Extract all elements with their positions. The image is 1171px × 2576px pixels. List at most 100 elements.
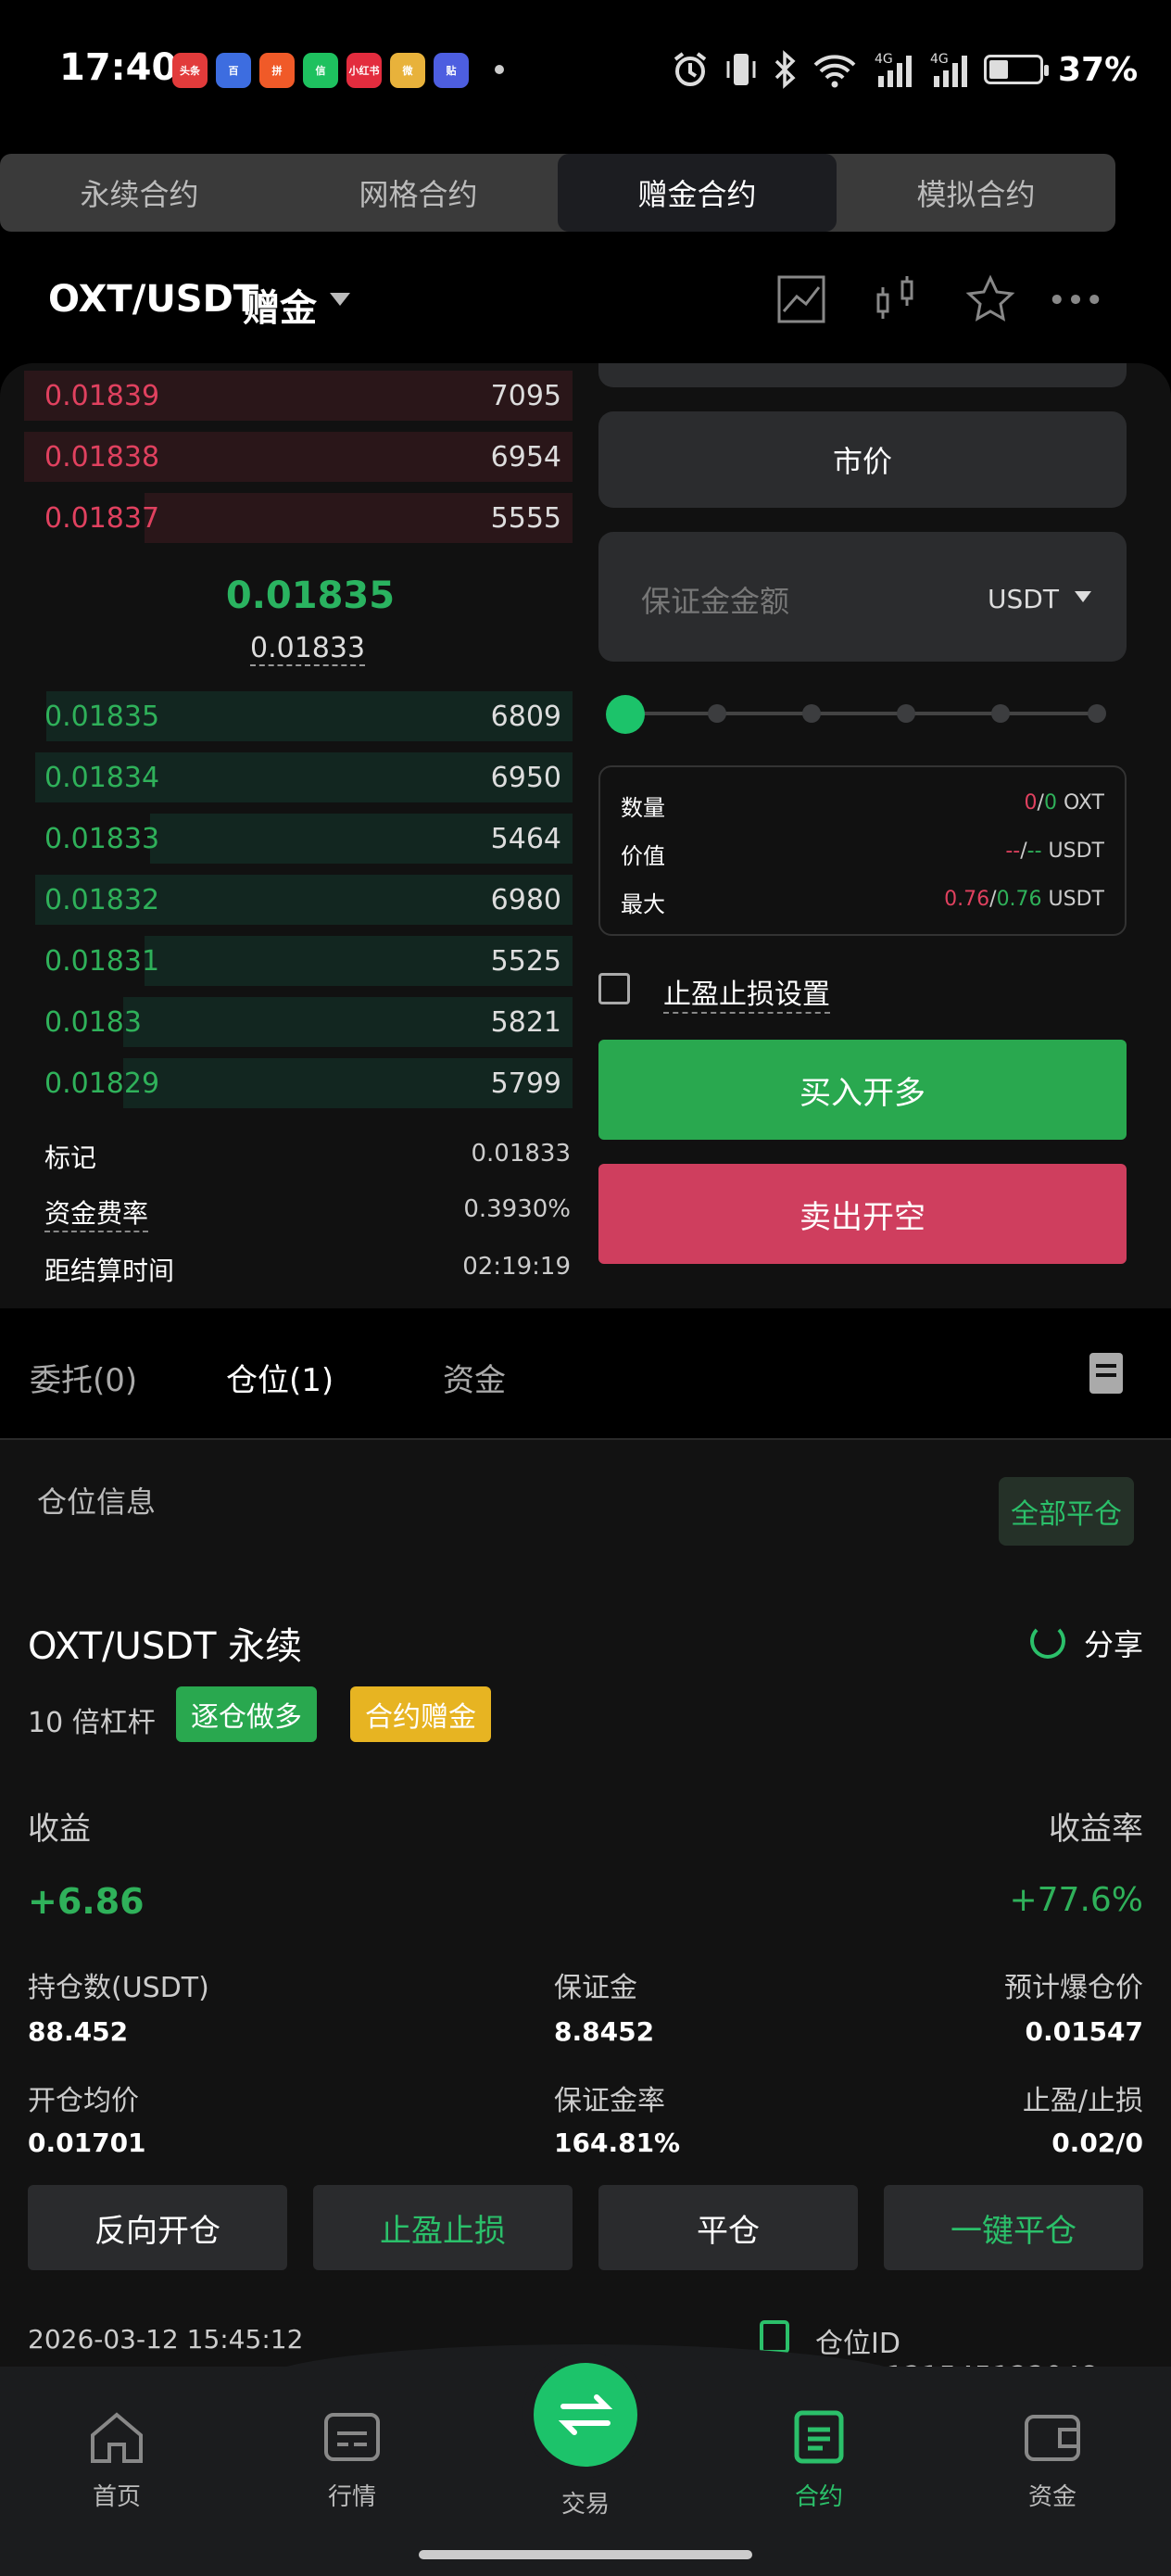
bid-row[interactable]: 0.01834 6950 bbox=[24, 751, 573, 804]
share-icon[interactable] bbox=[1030, 1623, 1065, 1659]
nav-assets[interactable]: 资金 bbox=[988, 2409, 1117, 2512]
margin-label: 保证金 bbox=[554, 1972, 637, 2004]
wechat-icon: 信 bbox=[303, 53, 338, 88]
mark-label: 标记 bbox=[44, 1143, 97, 1173]
tab-grid[interactable]: 网格合约 bbox=[279, 154, 558, 232]
bid-qty: 5799 bbox=[490, 1067, 561, 1100]
swap-icon bbox=[558, 2394, 613, 2435]
market-icon bbox=[324, 2413, 380, 2461]
ask-qty: 7095 bbox=[490, 380, 561, 412]
ask-row[interactable]: 0.01839 7095 bbox=[24, 369, 573, 423]
value-label: 价值 bbox=[621, 843, 665, 869]
copy-icon[interactable] bbox=[760, 2320, 789, 2354]
bid-row[interactable]: 0.01835 6809 bbox=[24, 689, 573, 743]
mark-price[interactable]: 0.01833 bbox=[250, 632, 366, 666]
nav-contract[interactable]: 合约 bbox=[754, 2409, 884, 2512]
alarm-icon bbox=[674, 52, 707, 86]
candlestick-icon[interactable] bbox=[873, 274, 923, 324]
margin-ratio-value: 164.81% bbox=[554, 2128, 681, 2158]
tpsl-checkbox[interactable] bbox=[598, 973, 630, 1004]
settlement-time-value: 02:19:19 bbox=[462, 1253, 571, 1281]
pair-selector[interactable]: OXT/USDT bbox=[48, 278, 258, 321]
contract-icon bbox=[794, 2410, 844, 2464]
wallet-icon bbox=[1025, 2415, 1080, 2461]
nav-contract-label: 合约 bbox=[794, 2483, 843, 2511]
nav-market-label: 行情 bbox=[327, 2483, 376, 2511]
nav-assets-label: 资金 bbox=[1027, 2483, 1077, 2511]
star-icon[interactable] bbox=[965, 274, 1015, 324]
ask-row[interactable]: 0.01838 6954 bbox=[24, 430, 573, 484]
margin-unit[interactable]: USDT bbox=[988, 584, 1059, 614]
bid-price: 0.01829 bbox=[44, 1067, 160, 1100]
funding-rate-label[interactable]: 资金费率 bbox=[44, 1193, 149, 1232]
chevron-down-icon[interactable] bbox=[1075, 591, 1091, 602]
tab-simulated[interactable]: 模拟合约 bbox=[837, 154, 1115, 232]
margin-input[interactable]: 保证金金额 USDT bbox=[598, 532, 1127, 662]
svg-text:4G: 4G bbox=[930, 52, 949, 67]
ask-price: 0.01837 bbox=[44, 502, 160, 535]
max-value: 0.76/0.76 USDT bbox=[944, 888, 1104, 911]
ask-row[interactable]: 0.01837 5555 bbox=[24, 491, 573, 545]
tab-perpetual[interactable]: 永续合约 bbox=[0, 154, 279, 232]
settlement-time-label: 距结算时间 bbox=[44, 1256, 175, 1286]
bid-price: 0.01834 bbox=[44, 762, 160, 794]
reverse-open-button[interactable]: 反向开仓 bbox=[28, 2185, 287, 2270]
close-position-button[interactable]: 平仓 bbox=[598, 2185, 858, 2270]
home-indicator[interactable] bbox=[419, 2550, 752, 2559]
battery-icon bbox=[984, 55, 1049, 84]
tpsl-button[interactable]: 止盈止损 bbox=[313, 2185, 573, 2270]
share-button[interactable]: 分享 bbox=[1084, 1622, 1143, 1664]
nav-market[interactable]: 行情 bbox=[287, 2409, 417, 2512]
tab-funds[interactable]: 资金 bbox=[443, 1355, 506, 1400]
position-date: 2026-03-12 15:45:12 bbox=[28, 2324, 304, 2355]
slider-step[interactable] bbox=[708, 704, 726, 723]
position-size-label: 持仓数(USDT) bbox=[28, 1972, 209, 2004]
nav-home[interactable]: 首页 bbox=[52, 2409, 182, 2512]
margin-placeholder: 保证金金额 bbox=[641, 584, 790, 619]
document-icon[interactable] bbox=[1089, 1353, 1123, 1394]
amount-slider-track[interactable] bbox=[626, 712, 1099, 715]
bid-price: 0.0183 bbox=[44, 1006, 142, 1039]
tpsl-value-pos: 0.02/0 bbox=[1051, 2128, 1143, 2158]
contract-tabs: 永续合约 网格合约 赠金合约 模拟合约 bbox=[0, 154, 1115, 232]
tab-positions[interactable]: 仓位(1) bbox=[226, 1355, 334, 1400]
one-click-close-button[interactable]: 一键平仓 bbox=[884, 2185, 1143, 2270]
order-type-select[interactable]: 市价 bbox=[598, 411, 1127, 508]
slider-handle[interactable] bbox=[606, 695, 645, 734]
slider-step[interactable] bbox=[897, 704, 915, 723]
tieba-icon: 贴 bbox=[434, 53, 469, 88]
tab-bonus[interactable]: 赠金合约 bbox=[558, 154, 837, 232]
svg-text:4G: 4G bbox=[875, 52, 893, 67]
chevron-down-icon[interactable] bbox=[330, 293, 350, 306]
slider-step[interactable] bbox=[1088, 704, 1106, 723]
tpsl-label[interactable]: 止盈止损设置 bbox=[663, 971, 830, 1014]
bid-row[interactable]: 0.01831 5525 bbox=[24, 934, 573, 988]
bid-qty: 5525 bbox=[490, 945, 561, 978]
bid-row[interactable]: 0.01833 5464 bbox=[24, 812, 573, 865]
close-all-button[interactable]: 全部平仓 bbox=[999, 1477, 1134, 1546]
leverage-input-partial[interactable] bbox=[598, 363, 1127, 387]
position-title: OXT/USDT 永续 bbox=[28, 1625, 303, 1668]
roe-value: +77.6% bbox=[1009, 1881, 1143, 1919]
bid-row[interactable]: 0.01829 5799 bbox=[24, 1056, 573, 1110]
sell-short-button[interactable]: 卖出开空 bbox=[598, 1164, 1127, 1264]
status-bar: 17:40 头条 百 拼 信 小红书 微 贴 4G 4G 37% bbox=[0, 0, 1171, 139]
tab-orders[interactable]: 委托(0) bbox=[30, 1355, 137, 1400]
margin-ratio-label: 保证金率 bbox=[554, 2085, 665, 2117]
bid-price: 0.01832 bbox=[44, 884, 160, 916]
nav-trade[interactable] bbox=[534, 2363, 637, 2467]
last-price: 0.01835 bbox=[225, 575, 396, 617]
slider-step[interactable] bbox=[802, 704, 821, 723]
more-icon[interactable] bbox=[1051, 274, 1101, 324]
bid-row[interactable]: 0.01832 6980 bbox=[24, 873, 573, 927]
chart-icon[interactable] bbox=[776, 274, 826, 324]
baidu-icon: 百 bbox=[216, 53, 251, 88]
max-label: 最大 bbox=[621, 891, 665, 917]
tpsl-label-pos: 止盈/止损 bbox=[1022, 2085, 1143, 2117]
entry-price-value: 0.01701 bbox=[28, 2128, 146, 2158]
xiaohongshu-icon: 小红书 bbox=[346, 53, 382, 88]
bid-row[interactable]: 0.0183 5821 bbox=[24, 995, 573, 1049]
buy-long-button[interactable]: 买入开多 bbox=[598, 1040, 1127, 1140]
mode-label[interactable]: 赠金 bbox=[243, 278, 317, 332]
slider-step[interactable] bbox=[991, 704, 1010, 723]
